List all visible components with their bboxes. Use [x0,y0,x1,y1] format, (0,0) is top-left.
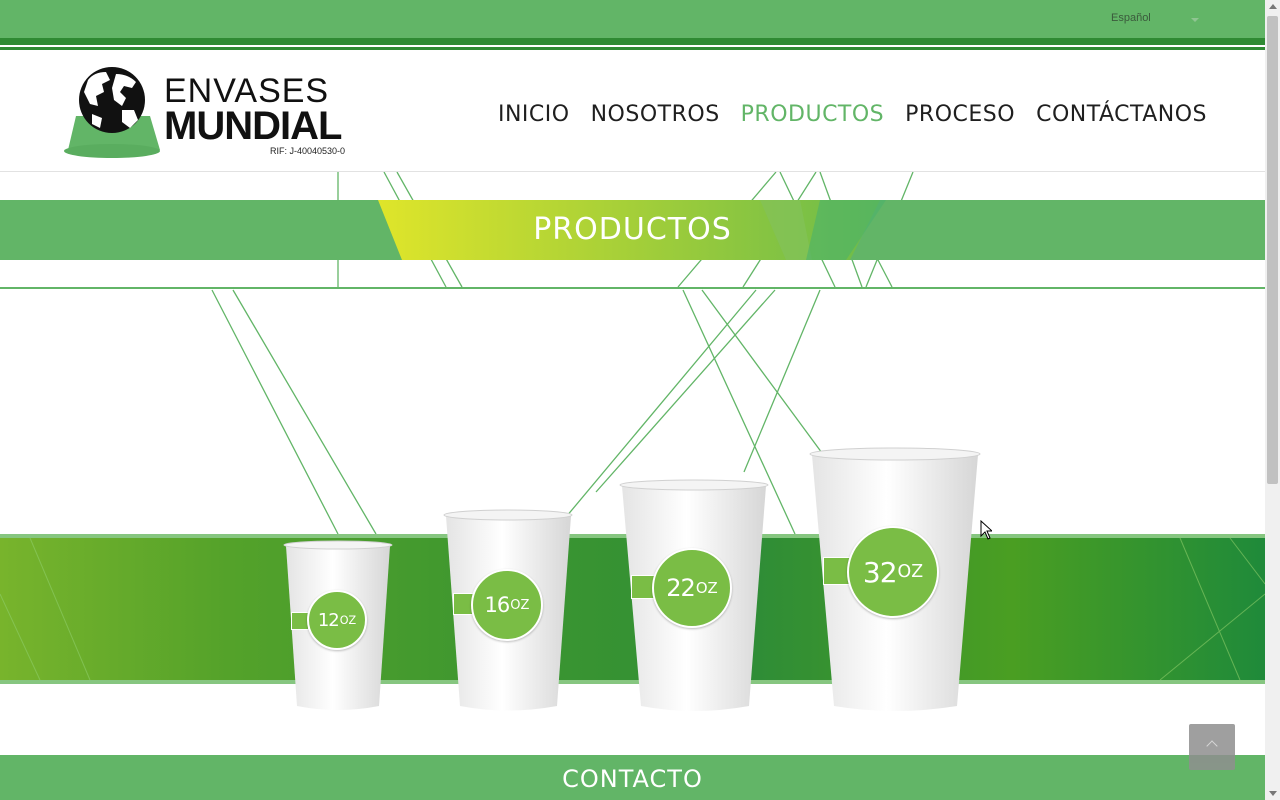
nav-productos[interactable]: PRODUCTOS [741,102,885,127]
language-select-value: Español [1111,12,1151,24]
site-header: ENVASES MUNDIAL RIF: J-40040530-0 INICIO… [0,50,1265,172]
size-badge-22oz: 22 OZ [652,548,732,628]
main-nav: INICIO NOSOTROS PRODUCTOS PROCESO CONTÁC… [498,102,1207,127]
page-title-band: PRODUCTOS [0,200,1265,260]
badge-size: 22 [666,574,696,602]
header-stripe [0,38,1265,45]
contact-section-header: CONTACTO [0,755,1265,800]
badge-size: 32 [862,555,898,589]
cup-16oz[interactable]: 16 OZ [443,509,574,714]
badge-unit: OZ [695,579,718,597]
scroll-down-icon[interactable] [1269,791,1277,796]
mouse-cursor-icon [980,520,992,540]
size-badge-12oz: 12 OZ [307,590,367,650]
badge-unit: OZ [510,597,530,613]
chevron-up-icon [1206,740,1218,752]
size-badge-16oz: 16 OZ [471,569,543,641]
top-bar: Español [0,0,1265,38]
badge-size: 16 [484,593,511,617]
page: Español ENVASES MUNDIAL RIF: J-40040530-… [0,0,1265,800]
cup-32oz[interactable]: 32 OZ [809,446,981,714]
scrollbar-thumb[interactable] [1267,16,1278,484]
logo-rif: RIF: J-40040530-0 [270,146,346,156]
section-divider [0,287,1265,289]
page-title: PRODUCTOS [533,212,732,247]
badge-unit: OZ [339,613,357,627]
globe-cup-logo-icon [64,67,160,158]
caret-down-icon [1191,18,1199,22]
back-to-top-button[interactable] [1189,724,1235,770]
contact-title: CONTACTO [562,765,703,793]
site-logo[interactable]: ENVASES MUNDIAL RIF: J-40040530-0 [62,66,358,158]
scroll-up-icon[interactable] [1269,4,1277,9]
badge-unit: OZ [897,562,924,582]
nav-nosotros[interactable]: NOSOTROS [591,102,720,127]
nav-contactanos[interactable]: CONTÁCTANOS [1036,102,1207,127]
cup-22oz[interactable]: 22 OZ [619,478,769,714]
badge-size: 12 [317,609,340,631]
nav-proceso[interactable]: PROCESO [905,102,1015,127]
vertical-scrollbar[interactable] [1265,0,1280,800]
cup-12oz[interactable]: 12 OZ [283,540,393,714]
language-select[interactable]: Español [1111,12,1199,28]
nav-inicio[interactable]: INICIO [498,102,570,127]
size-badge-32oz: 32 OZ [847,526,939,618]
logo-text-mundial: MUNDIAL [164,104,342,148]
logo-text-envases: ENVASES [164,72,330,110]
